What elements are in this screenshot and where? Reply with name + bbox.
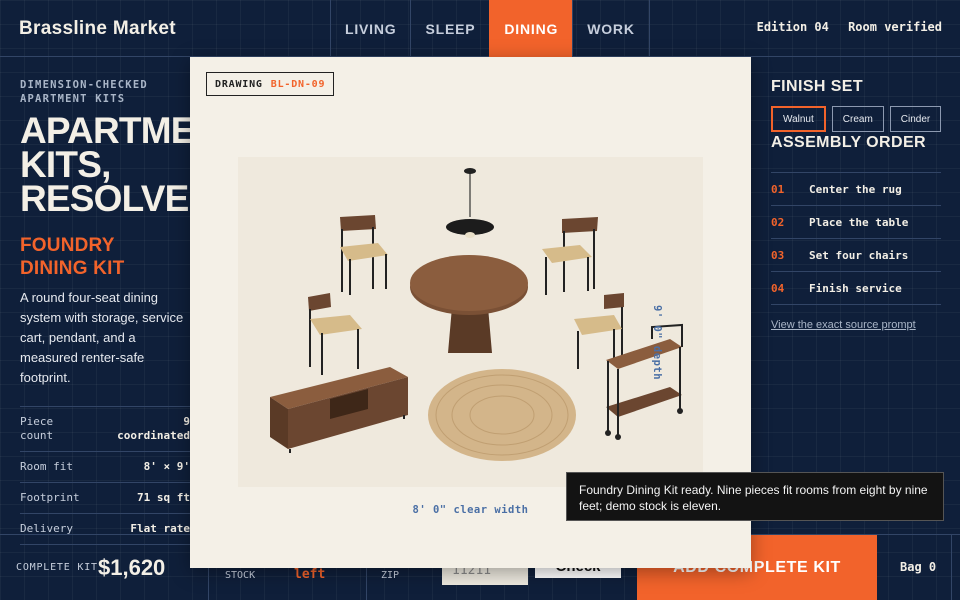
tab-living[interactable]: LIVING	[330, 0, 410, 57]
tab-work[interactable]: WORK	[572, 0, 650, 57]
kit-summary: DIMENSION-CHECKED APARTMENT KITS APARTME…	[20, 58, 243, 545]
step-label: Finish service	[809, 281, 902, 295]
zip-label: ZIP	[381, 570, 400, 581]
brand-logo[interactable]: Brassline Market	[19, 18, 176, 40]
header-meta: Edition 04 Room verified	[757, 20, 942, 34]
eyebrow: DIMENSION-CHECKED APARTMENT KITS	[20, 78, 190, 106]
assembly-title: ASSEMBLY ORDER	[771, 134, 926, 151]
site-header: Brassline Market LIVING SLEEP DINING WOR…	[0, 0, 960, 57]
spec-value: 9 coordinated	[117, 415, 190, 443]
eyebrow-line: DIMENSION-CHECKED	[20, 79, 148, 91]
kit-name-line: DINING KIT	[20, 258, 125, 279]
spec-label: Room fit	[20, 460, 73, 473]
round-rug	[428, 369, 576, 461]
room-status: Room verified	[848, 20, 942, 34]
assembly-step: 03 Set four chairs	[771, 239, 941, 272]
spec-label: Piece count	[20, 415, 53, 443]
spec-row: Piece count 9 coordinated	[20, 407, 190, 452]
spec-row: Room fit 8' × 9'	[20, 452, 190, 483]
edition-label: Edition 04	[756, 20, 829, 34]
headline-line: RESOLVED.	[20, 178, 225, 219]
kit-description: A round four-seat dining system with sto…	[20, 290, 184, 385]
kit-options: FINISH SET Walnut Cream Cinder ASSEMBLY …	[771, 58, 942, 333]
finish-cinder-button[interactable]: Cinder	[889, 106, 942, 132]
assembly-step: 02 Place the table	[771, 206, 941, 239]
drawing-tag-label: DRAWING	[215, 78, 263, 90]
step-number: 03	[771, 248, 785, 262]
step-label: Place the table	[809, 215, 909, 229]
assembly-step: 04 Finish service	[771, 272, 941, 305]
status-toast: Foundry Dining Kit ready. Nine pieces fi…	[566, 472, 944, 521]
assembly-steps: 01 Center the rug 02 Place the table 03 …	[771, 172, 941, 305]
spec-value: 8' × 9'	[143, 460, 190, 473]
kit-name-line: FOUNDRY	[20, 235, 115, 256]
spec-value: 71 sq ft	[137, 491, 190, 504]
step-number: 02	[771, 215, 785, 229]
bag-button[interactable]: Bag 0	[900, 560, 936, 574]
finish-title: FINISH SET	[771, 78, 864, 95]
stock-value: left	[294, 567, 326, 582]
kit-name: FOUNDRY DINING KIT	[20, 234, 190, 280]
tab-sleep[interactable]: SLEEP	[410, 0, 489, 57]
step-number: 04	[771, 281, 785, 295]
page-headline: APARTMENT KITS, RESOLVED.	[20, 110, 243, 219]
headline-line: KITS,	[20, 144, 111, 185]
spec-value-line: coordinated	[117, 429, 190, 442]
spec-value-line: 9	[183, 415, 190, 428]
step-label: Set four chairs	[809, 248, 909, 262]
depth-dimension: 9' 0" depth	[651, 305, 663, 381]
stock-label: STOCK	[225, 570, 256, 581]
total-label: COMPLETE KIT	[16, 562, 98, 573]
assembly-step: 01 Center the rug	[771, 173, 941, 206]
tab-dining[interactable]: DINING	[489, 0, 573, 57]
drawing-code: BL-DN-09	[270, 78, 326, 90]
divider	[951, 535, 952, 600]
step-label: Center the rug	[809, 182, 902, 196]
finish-walnut-button[interactable]: Walnut	[771, 106, 826, 132]
eyebrow-line: APARTMENT KITS	[20, 93, 126, 105]
total-price: $1,620	[98, 555, 166, 580]
finish-cream-button[interactable]: Cream	[831, 106, 884, 132]
spec-label-line: Piece	[20, 415, 54, 428]
spec-label: Footprint	[20, 491, 80, 504]
finish-selector: Walnut Cream Cinder	[771, 106, 942, 132]
step-number: 01	[771, 182, 785, 196]
drawing-tag: DRAWING BL-DN-09	[206, 72, 335, 96]
spec-row: Footprint 71 sq ft	[20, 483, 190, 514]
headline-line: APARTMENT	[20, 110, 243, 151]
spec-label-line: count	[20, 429, 54, 442]
source-prompt-link[interactable]: View the exact source prompt	[771, 319, 916, 331]
spec-table: Piece count 9 coordinated Room fit 8' × …	[20, 406, 190, 545]
category-nav: LIVING SLEEP DINING WORK	[330, 0, 650, 57]
